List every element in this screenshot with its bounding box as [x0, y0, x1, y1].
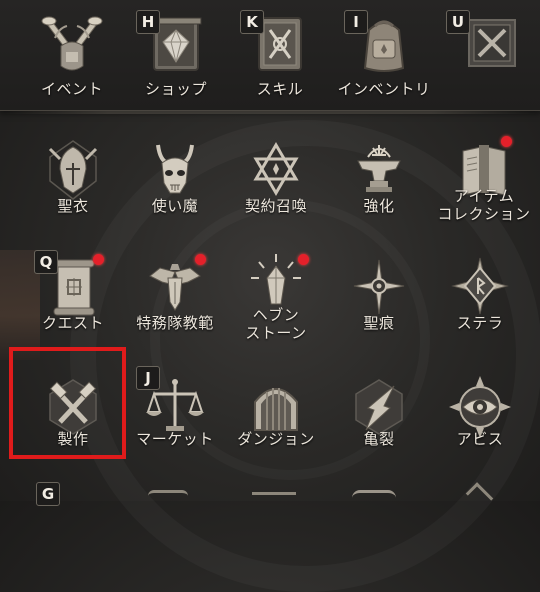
menu-label-line1: ヘブン	[252, 306, 300, 324]
menu-item-familiar[interactable]: 使い魔	[123, 135, 227, 243]
menu-label: ダンジョン	[237, 430, 315, 448]
anvil-icon	[344, 135, 414, 205]
notification-dot-special-forces-manual	[195, 254, 206, 265]
menu-item-enhance[interactable]: 強化	[327, 135, 431, 243]
menu-label: インベントリ	[337, 80, 431, 98]
menu-label: イベント	[40, 80, 103, 98]
crossed-trumpets-icon	[37, 8, 107, 78]
hotkey-badge-shop: H	[136, 10, 160, 34]
menu-label: マーケット	[136, 430, 214, 448]
stigma-compass-icon	[344, 252, 414, 322]
menu-item-heaven-stone[interactable]: ヘブン ストーン	[224, 248, 328, 356]
menu-item-seii[interactable]: 聖衣	[21, 135, 125, 243]
partial-menu-item[interactable]	[148, 490, 188, 504]
selection-highlight	[9, 347, 126, 459]
menu-label: ステラ	[456, 314, 504, 332]
partial-menu-item[interactable]	[352, 490, 396, 504]
hotkey-badge-market: J	[136, 366, 160, 390]
menu-label: 契約召喚	[244, 197, 307, 215]
menu-label: ショップ	[144, 80, 207, 98]
menu-item-special-forces-manual[interactable]: 特務隊教範	[123, 252, 227, 360]
hotkey-badge-g: G	[36, 482, 60, 506]
hotkey-badge-skill: K	[240, 10, 264, 34]
menu-label-line2: コレクション	[437, 205, 531, 223]
menu-label: 亀裂	[363, 430, 395, 448]
menu-label-line2: ストーン	[245, 324, 307, 342]
hotkey-badge-u: U	[446, 10, 470, 34]
menu-item-abyss[interactable]: アビス	[428, 372, 532, 480]
menu-item-item-collection[interactable]: アイテム コレクション	[428, 135, 540, 243]
menu-label: 聖衣	[57, 197, 89, 215]
menu-item-event[interactable]: イベント	[20, 8, 124, 116]
partial-menu-item[interactable]	[252, 492, 296, 504]
menu-label: クエスト	[41, 314, 104, 332]
knight-helm-icon	[38, 135, 108, 205]
hotkey-badge-inventory: I	[344, 10, 368, 34]
menu-item-dungeon[interactable]: ダンジョン	[224, 372, 328, 480]
notification-dot-heaven-stone	[298, 254, 309, 265]
hotkey-badge-quest: Q	[34, 250, 58, 274]
notification-dot-item-collection	[501, 136, 512, 147]
menu-item-contract-summon[interactable]: 契約召喚	[224, 135, 328, 243]
menu-label: アビス	[456, 430, 504, 448]
stella-rune-icon	[445, 252, 515, 322]
menu-label-line1: アイテム	[453, 187, 515, 205]
menu-label: 使い魔	[151, 197, 199, 215]
menu-item-stigma[interactable]: 聖痕	[327, 252, 431, 360]
hexagram-icon	[241, 135, 311, 205]
notification-dot-quest	[93, 254, 104, 265]
menu-item-rift[interactable]: 亀裂	[327, 372, 431, 480]
menu-label: スキル	[256, 80, 304, 98]
menu-item-stella[interactable]: ステラ	[428, 252, 532, 360]
menu-label: 特務隊教範	[136, 314, 214, 332]
menu-label: 聖痕	[363, 314, 395, 332]
menu-label: 強化	[363, 197, 395, 215]
horned-skull-icon	[140, 135, 210, 205]
